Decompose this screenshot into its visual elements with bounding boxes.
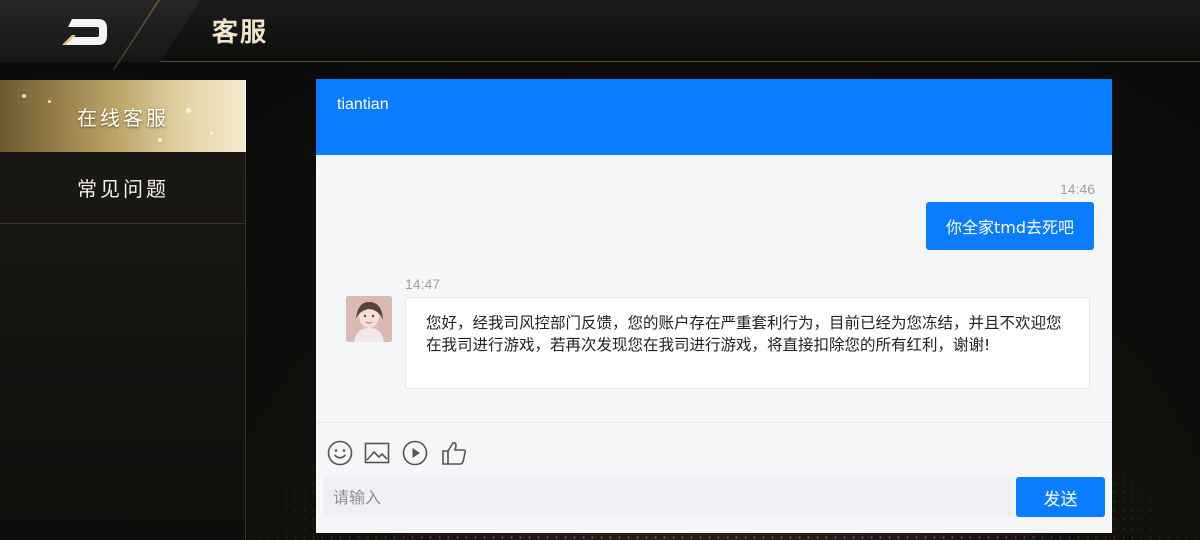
message-timestamp: 14:46 xyxy=(1059,181,1095,197)
chat-header: tiantian xyxy=(316,79,1112,155)
top-bar: 客服 xyxy=(0,0,1200,70)
sidebar-item-label: 在线客服 xyxy=(77,105,169,130)
sidebar-item-faq[interactable]: 常见问题 xyxy=(0,152,246,224)
sidebar-item-label: 常见问题 xyxy=(77,177,169,201)
agent-avatar xyxy=(346,296,392,342)
thumbs-up-icon[interactable] xyxy=(440,439,468,467)
image-icon[interactable] xyxy=(363,439,391,467)
agent-name: tiantian xyxy=(337,96,389,113)
page-title: 客服 xyxy=(212,18,269,48)
message-timestamp: 14:47 xyxy=(405,276,441,292)
message-text: 您好，经我司风控部门反馈，您的账户存在严重套利行为，目前已经为您冻结，并且不欢迎… xyxy=(426,314,1062,354)
video-icon[interactable] xyxy=(401,439,429,467)
input-divider xyxy=(316,422,1112,423)
sidebar: 在线客服 常见问题 xyxy=(0,80,246,540)
agent-message-bubble: 您好，经我司风控部门反馈，您的账户存在严重套利行为，目前已经为您冻结，并且不欢迎… xyxy=(405,297,1090,389)
sidebar-item-online-service[interactable]: 在线客服 xyxy=(0,80,246,152)
brand-logo-icon[interactable] xyxy=(58,16,110,48)
chat-panel: tiantian 14:46 你全家tmd去死吧 14:47 您好，经我司风控部… xyxy=(316,79,1112,533)
send-button[interactable]: 发送 xyxy=(1016,477,1105,517)
emoji-icon[interactable] xyxy=(326,439,354,467)
message-input[interactable] xyxy=(323,477,1013,517)
user-message-bubble: 你全家tmd去死吧 xyxy=(925,202,1094,250)
message-text: 你全家tmd去死吧 xyxy=(945,218,1074,237)
